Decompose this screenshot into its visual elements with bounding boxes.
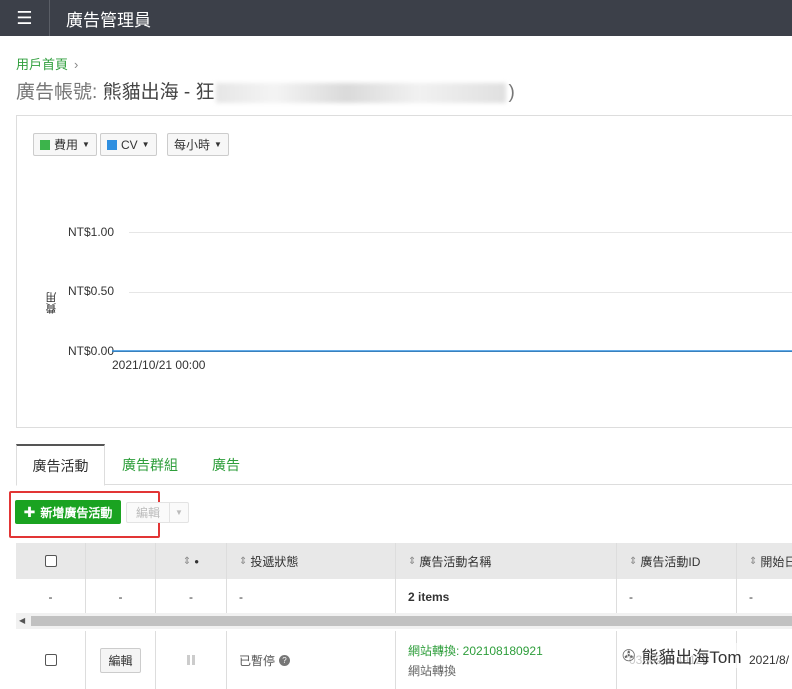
watermark: ✇ 熊貓出海Tom bbox=[622, 643, 742, 668]
row-toggle-cell bbox=[156, 631, 227, 689]
breadcrumb-separator: › bbox=[74, 57, 79, 72]
help-icon[interactable]: ? bbox=[279, 654, 291, 666]
select-all-checkbox[interactable] bbox=[44, 555, 57, 567]
summary-cell: - bbox=[617, 579, 737, 614]
summary-items: 2 items bbox=[396, 579, 617, 614]
sort-icon: ⇕ bbox=[182, 555, 192, 567]
row-start-date: 2021/8/ bbox=[749, 653, 790, 667]
edit-dropdown-button[interactable]: 編輯 ▼ bbox=[126, 502, 189, 523]
header-campaign-id[interactable]: ⇕ 廣告活動ID bbox=[617, 543, 737, 579]
scrollbar-thumb[interactable] bbox=[31, 616, 792, 626]
summary-cell: - bbox=[749, 589, 753, 604]
row-status: 已暫停? bbox=[227, 631, 396, 689]
app-title: 廣告管理員 bbox=[66, 10, 151, 30]
header-dot[interactable]: ⇕ ● bbox=[156, 543, 227, 579]
tab-campaigns[interactable]: 廣告活動 bbox=[16, 444, 105, 486]
summary-cell: - bbox=[16, 579, 86, 614]
breadcrumb-home-link[interactable]: 用戶首頁 bbox=[16, 57, 68, 72]
plus-icon: ✚ bbox=[23, 503, 36, 520]
header-label: 投遞狀態 bbox=[250, 554, 299, 569]
campaign-objective: 網站轉換 bbox=[408, 663, 457, 678]
horizontal-scrollbar[interactable]: ◀ bbox=[16, 613, 792, 629]
header-campaign-name[interactable]: ⇕ 廣告活動名稱 bbox=[396, 543, 617, 579]
header-start-date[interactable]: ⇕ 開始日 bbox=[737, 543, 792, 579]
row-select-cell bbox=[16, 631, 86, 689]
header-dot-label: ● bbox=[194, 556, 200, 566]
chart-plot bbox=[112, 350, 792, 352]
wechat-icon: ✇ bbox=[622, 647, 636, 665]
account-name-end: ) bbox=[508, 82, 515, 103]
page-title: 廣告帳號: 熊貓出海 - 狂) bbox=[16, 77, 515, 104]
tab-ad-groups[interactable]: 廣告群組 bbox=[111, 444, 189, 485]
header-delivery-status[interactable]: ⇕ 投遞狀態 bbox=[227, 543, 396, 579]
summary-cell: - bbox=[86, 579, 156, 614]
sort-icon: ⇕ bbox=[408, 555, 417, 567]
account-label: 廣告帳號: bbox=[16, 82, 98, 103]
chevron-down-icon: ▼ bbox=[169, 503, 188, 522]
add-campaign-label: 新增廣告活動 bbox=[40, 505, 113, 520]
summary-cell: - bbox=[227, 579, 396, 614]
sort-icon: ⇕ bbox=[629, 555, 638, 567]
row-checkbox[interactable] bbox=[44, 654, 57, 666]
row-campaign-name: 網站轉換: 202108180921 網站轉換 bbox=[396, 631, 617, 689]
redacted-text bbox=[216, 82, 507, 103]
performance-chart: 費用 ▼ CV ▼ 每小時 ▼ 費用 NT$1.00 NT$0.50 NT$0.… bbox=[16, 115, 792, 428]
row-edit-button[interactable]: 編輯 bbox=[100, 647, 141, 673]
watermark-text: 熊貓出海Tom bbox=[641, 648, 742, 667]
summary-cell: - bbox=[156, 579, 227, 614]
tab-ads[interactable]: 廣告 bbox=[196, 444, 256, 485]
scroll-left-icon[interactable]: ◀ bbox=[19, 616, 25, 625]
hamburger-icon: ☰ bbox=[16, 8, 33, 28]
header-cell bbox=[86, 543, 156, 579]
add-campaign-button[interactable]: ✚ 新增廣告活動 bbox=[15, 500, 121, 524]
summary-row: - - - - 2 items - - bbox=[16, 579, 792, 615]
table-header: ⇕ ● ⇕ 投遞狀態 ⇕ 廣告活動名稱 ⇕ 廣告活動ID ⇕ 開始日 bbox=[16, 543, 792, 579]
header-label: 廣告活動ID bbox=[640, 554, 701, 569]
pause-icon[interactable] bbox=[187, 655, 195, 665]
tab-bar: 廣告活動 廣告群組 廣告 bbox=[16, 444, 792, 486]
header-label: 廣告活動名稱 bbox=[419, 554, 492, 569]
row-edit-cell: 編輯 bbox=[86, 631, 156, 689]
x-tick-label: 2021/10/21 00:00 bbox=[112, 358, 206, 372]
edit-label: 編輯 bbox=[136, 506, 161, 520]
sort-icon: ⇕ bbox=[239, 555, 248, 567]
campaign-name-link[interactable]: 網站轉換: 202108180921 bbox=[408, 642, 543, 659]
top-bar: ☰ 廣告管理員 bbox=[0, 0, 792, 36]
status-text: 已暫停 bbox=[239, 653, 276, 668]
header-label: 開始日 bbox=[760, 554, 792, 569]
sort-icon: ⇕ bbox=[749, 555, 758, 567]
select-all-cell bbox=[16, 543, 86, 579]
menu-button[interactable]: ☰ bbox=[0, 0, 50, 36]
account-name: 熊貓出海 - 狂 bbox=[102, 82, 215, 103]
breadcrumb: 用戶首頁 › bbox=[16, 54, 78, 73]
